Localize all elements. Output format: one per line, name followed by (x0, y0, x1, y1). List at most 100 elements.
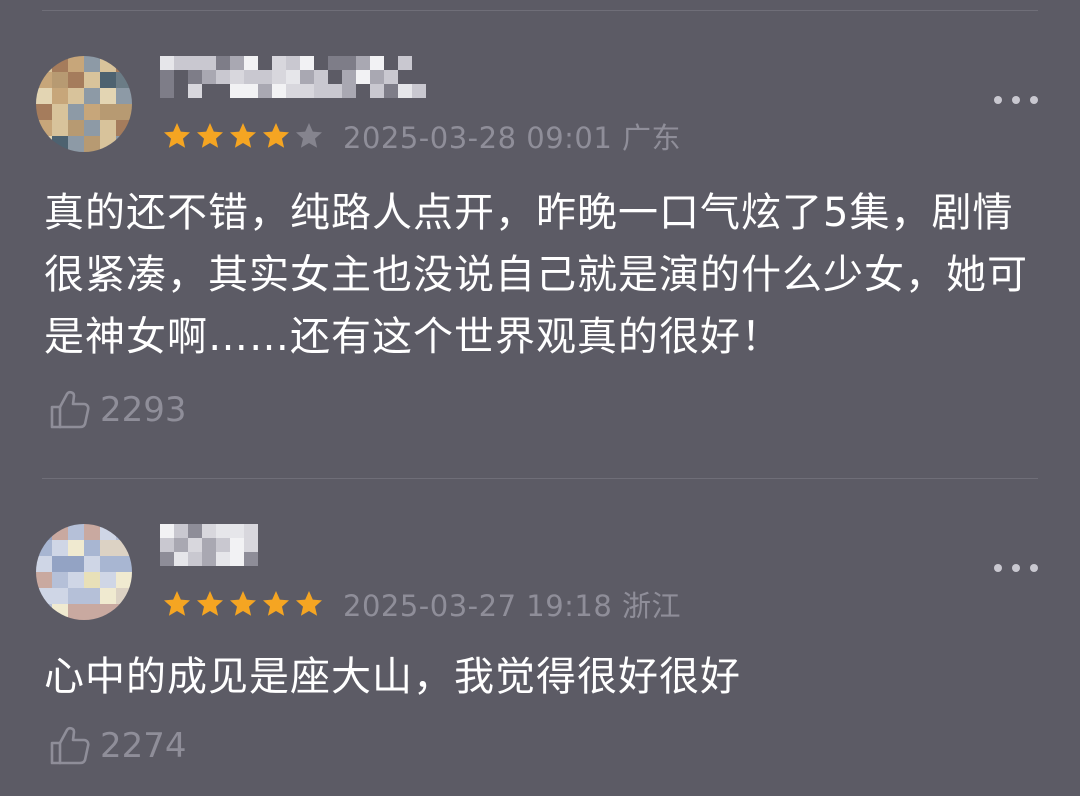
mosaic-tile (116, 556, 132, 572)
mosaic-tile (188, 552, 202, 566)
username-blurred[interactable] (160, 524, 260, 568)
mosaic-tile (300, 70, 314, 84)
mosaic-tile (384, 84, 398, 98)
mosaic-tile (230, 538, 244, 552)
mosaic-tile (230, 552, 244, 566)
mosaic-tile (370, 70, 384, 84)
mosaic-tile (216, 84, 230, 98)
mosaic-tile (328, 70, 342, 84)
mosaic-tile (52, 120, 68, 136)
mosaic-tile (84, 556, 100, 572)
mosaic-tile (116, 604, 132, 620)
mosaic-tile (328, 84, 342, 98)
mosaic-tile (314, 56, 328, 70)
mosaic-tile (100, 56, 116, 72)
mosaic-tile (36, 72, 52, 88)
comment-text: 真的还不错，纯路人点开，昨晚一口气炫了5集，剧情很紧凑，其实女主也没说自己就是演… (44, 190, 1028, 360)
mosaic-tile (52, 88, 68, 104)
mosaic-tile (342, 84, 356, 98)
mosaic-tile (188, 524, 202, 538)
mosaic-tile (68, 588, 84, 604)
comment-meta: 2025-03-28 09:01 广东 (162, 116, 681, 156)
more-options-button[interactable] (994, 556, 1038, 580)
star-icon (164, 591, 190, 616)
mosaic-tile (100, 104, 116, 120)
mosaic-tile (68, 104, 84, 120)
mosaic-tile (84, 88, 100, 104)
star-rating (162, 589, 327, 619)
mosaic-tile (52, 588, 68, 604)
more-dot (994, 564, 1002, 572)
avatar[interactable] (36, 524, 132, 620)
star-icon (197, 591, 223, 616)
star-icon (263, 591, 289, 616)
more-options-button[interactable] (994, 88, 1038, 112)
mosaic-tile (174, 524, 188, 538)
mosaic-tile (116, 572, 132, 588)
mosaic-tile (412, 84, 426, 98)
mosaic-tile (342, 56, 356, 70)
mosaic-tile (100, 136, 116, 152)
mosaic-tile (116, 56, 132, 72)
like-button[interactable]: 2293 (48, 386, 187, 434)
mosaic-tile (36, 88, 52, 104)
mosaic-tile (258, 56, 272, 70)
comment-list: 2025-03-28 09:01 广东 真的还不错，纯路人点开，昨晚一口气炫了5… (0, 0, 1080, 796)
mosaic-tile (100, 120, 116, 136)
mosaic-tile (160, 538, 174, 552)
mosaic-tile (116, 540, 132, 556)
mosaic-tile (230, 70, 244, 84)
mosaic-tile (68, 572, 84, 588)
mosaic-tile (36, 104, 52, 120)
mosaic-tile (230, 524, 244, 538)
mosaic-tile (116, 136, 132, 152)
mosaic-tile (36, 540, 52, 556)
mosaic-tile (216, 538, 230, 552)
mosaic-tile (216, 70, 230, 84)
mosaic-tile (216, 56, 230, 70)
mosaic-tile (36, 572, 52, 588)
username-blurred[interactable] (160, 56, 430, 100)
mosaic-tile (384, 70, 398, 84)
mosaic-tile (116, 120, 132, 136)
mosaic-tile (356, 84, 370, 98)
mosaic-tile (216, 524, 230, 538)
mosaic-tile (244, 84, 258, 98)
mosaic-tile (314, 84, 328, 98)
mosaic-tile (84, 56, 100, 72)
more-dot (994, 96, 1002, 104)
mosaic-tile (68, 604, 84, 620)
mosaic-tile (202, 524, 216, 538)
mosaic-tile (160, 70, 174, 84)
star-icon (263, 123, 289, 148)
like-count: 2293 (100, 390, 187, 430)
mosaic-tile (36, 120, 52, 136)
mosaic-tile (244, 70, 258, 84)
mosaic-tile (52, 524, 68, 540)
mosaic-tile (230, 84, 244, 98)
mosaic-tile (174, 552, 188, 566)
mosaic-tile (272, 84, 286, 98)
mosaic-tile (244, 552, 258, 566)
mosaic-tile (398, 84, 412, 98)
mosaic-tile (188, 56, 202, 70)
mosaic-tile (68, 120, 84, 136)
thumbs-up-icon (50, 390, 90, 429)
mosaic-tile (68, 556, 84, 572)
mosaic-tile (412, 70, 426, 84)
mosaic-tile (68, 524, 84, 540)
like-button[interactable]: 2274 (48, 722, 187, 770)
divider (42, 10, 1038, 11)
mosaic-tile (202, 56, 216, 70)
mosaic-tile (52, 104, 68, 120)
comment-date-location: 2025-03-28 09:01 广东 (343, 121, 682, 155)
avatar[interactable] (36, 56, 132, 152)
star-icon (296, 591, 322, 616)
mosaic-tile (68, 136, 84, 152)
mosaic-tile (84, 104, 100, 120)
mosaic-tile (174, 70, 188, 84)
mosaic-tile (244, 524, 258, 538)
mosaic-tile (84, 120, 100, 136)
mosaic-tile (230, 56, 244, 70)
mosaic-tile (116, 88, 132, 104)
